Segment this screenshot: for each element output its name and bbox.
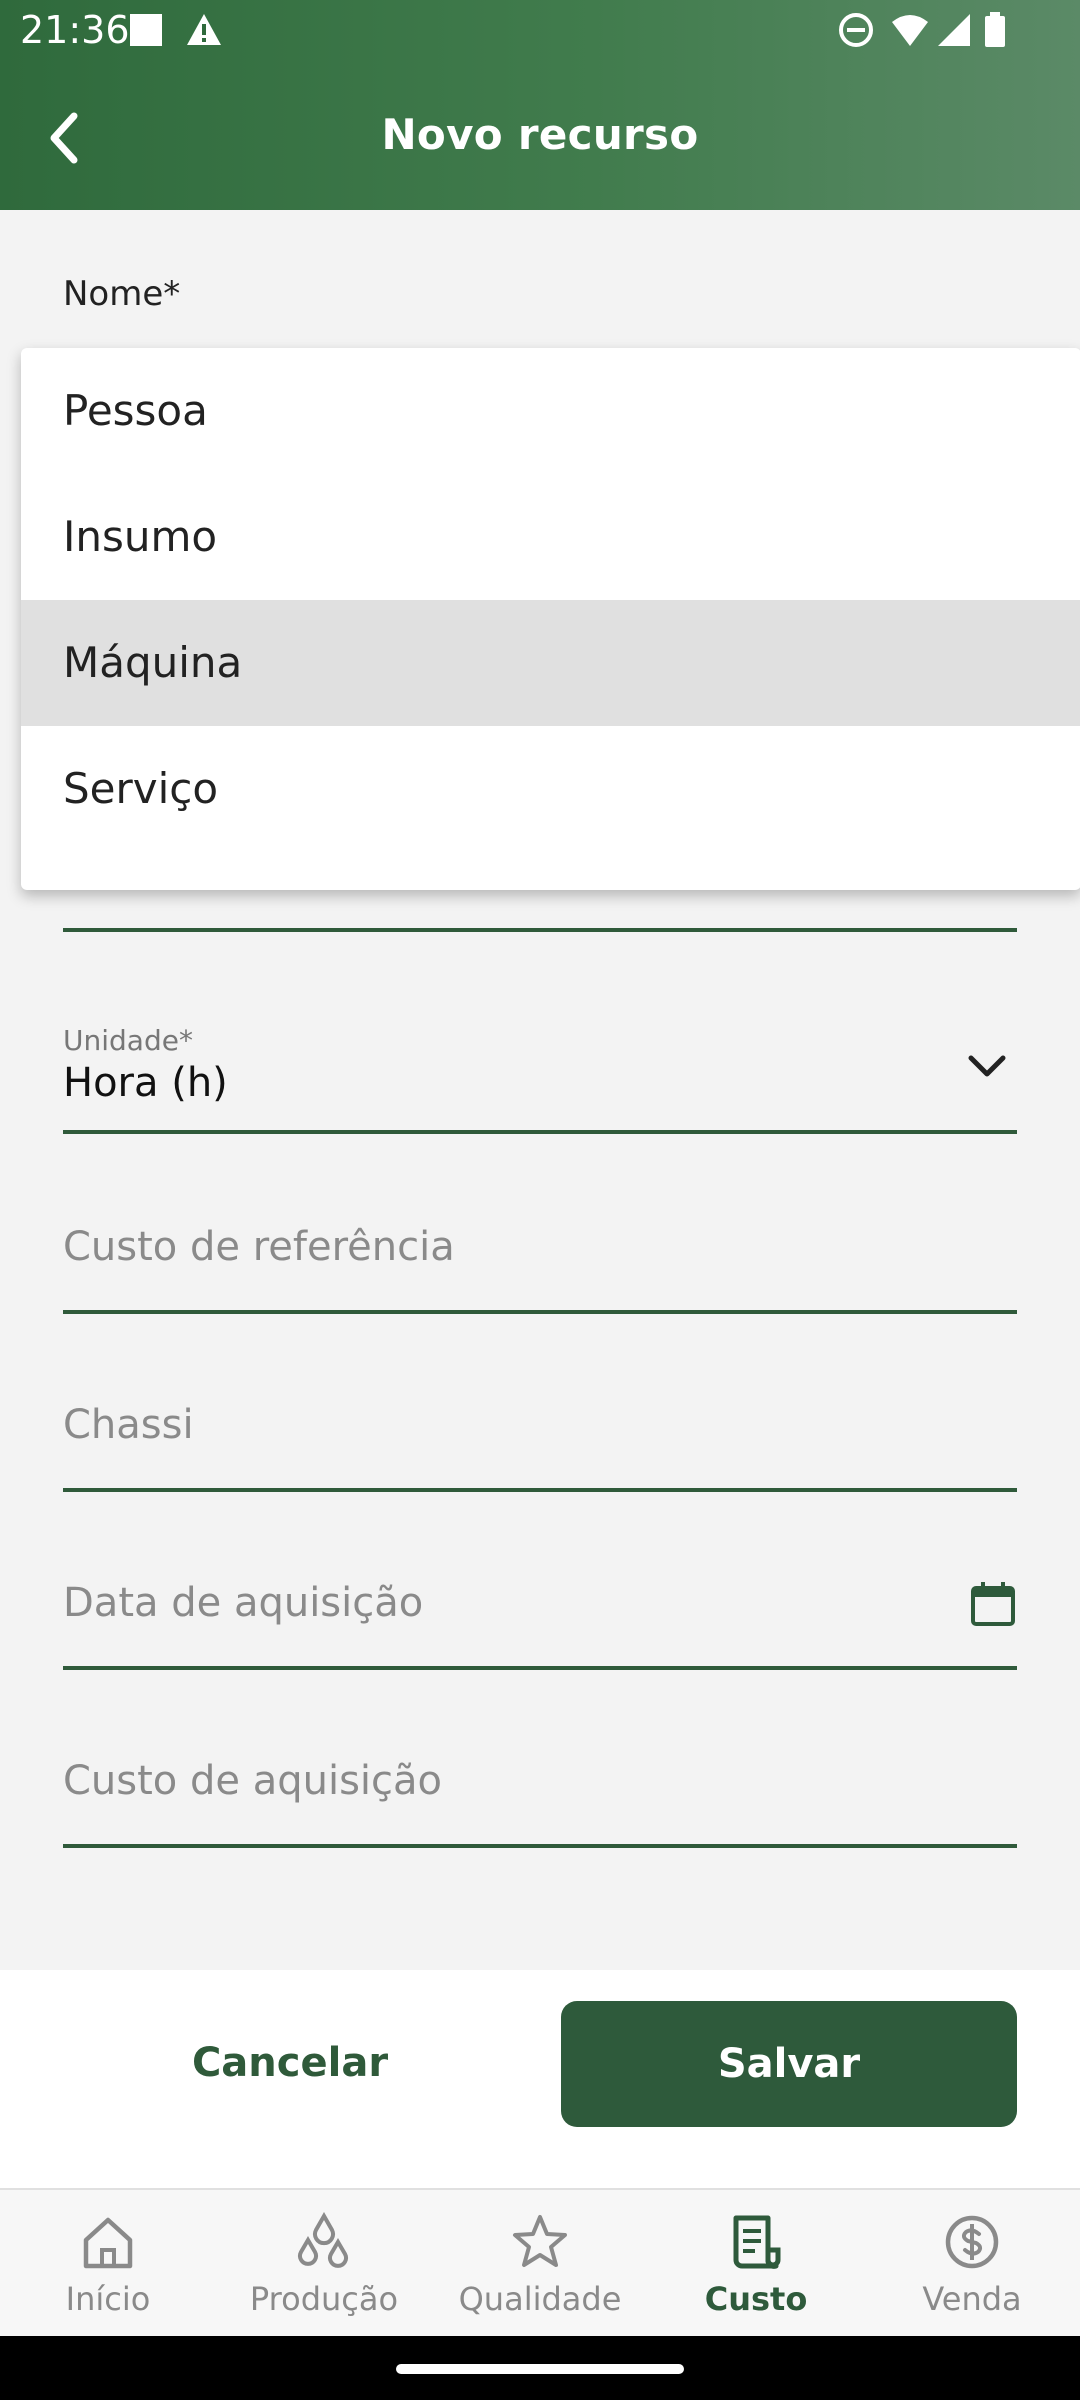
nav-qualidade[interactable]: Qualidade (432, 2190, 648, 2338)
cancel-button[interactable]: Cancelar (120, 2000, 460, 2126)
custo-aquisicao-input[interactable]: Custo de aquisição (63, 1734, 1017, 1848)
warning-icon (185, 12, 223, 48)
status-bar: 21:36 (0, 0, 1080, 64)
status-time: 21:36 (20, 8, 130, 52)
menu-item-servico[interactable]: Serviço (21, 726, 1080, 852)
notification-square-icon (128, 12, 164, 48)
unidade-select[interactable]: Unidade* Hora (h) (63, 1010, 1017, 1134)
menu-item-maquina[interactable]: Máquina (21, 600, 1080, 726)
home-gesture-handle[interactable] (396, 2364, 684, 2374)
nav-producao[interactable]: Produção (216, 2190, 432, 2338)
data-aquisicao-placeholder: Data de aquisição (63, 1580, 424, 1626)
drops-icon (298, 2212, 348, 2268)
action-bar: Cancelar Salvar (0, 1970, 1080, 2188)
custo-aquisicao-placeholder: Custo de aquisição (63, 1758, 443, 1804)
tipo-dropdown-menu: Pessoa Insumo Máquina Serviço (21, 348, 1080, 890)
nav-custo[interactable]: Custo (648, 2190, 864, 2338)
home-icon (83, 2217, 133, 2269)
cellular-signal-icon (936, 12, 972, 48)
chassi-placeholder: Chassi (63, 1402, 194, 1448)
dollar-circle-icon (945, 2215, 999, 2269)
page-title: Novo recurso (381, 110, 699, 159)
nav-venda[interactable]: Venda (864, 2190, 1080, 2338)
custo-referencia-placeholder: Custo de referência (63, 1224, 455, 1270)
do-not-disturb-icon (838, 12, 874, 48)
bottom-navigation: Início Produção Qualidade Custo Venda (0, 2188, 1080, 2338)
calendar-icon[interactable] (969, 1580, 1017, 1628)
unidade-value: Hora (h) (63, 1060, 228, 1106)
unidade-label: Unidade* (63, 1024, 193, 1057)
custo-referencia-input[interactable]: Custo de referência (63, 1200, 1017, 1314)
wifi-icon (890, 12, 930, 48)
star-icon (513, 2215, 567, 2267)
chevron-down-icon (968, 1055, 1006, 1077)
battery-icon (982, 12, 1008, 48)
chassi-input[interactable]: Chassi (63, 1378, 1017, 1492)
nav-inicio[interactable]: Início (0, 2190, 216, 2338)
menu-item-pessoa[interactable]: Pessoa (21, 348, 1080, 474)
menu-item-insumo[interactable]: Insumo (21, 474, 1080, 600)
app-bar: 21:36 Novo recurso (0, 0, 1080, 210)
nome-label: Nome* (63, 274, 181, 314)
receipt-icon (733, 2215, 781, 2269)
data-aquisicao-input[interactable]: Data de aquisição (63, 1556, 1017, 1670)
system-nav-bar (0, 2336, 1080, 2400)
tipo-field-underline[interactable] (63, 928, 1017, 932)
save-button[interactable]: Salvar (561, 2001, 1017, 2127)
